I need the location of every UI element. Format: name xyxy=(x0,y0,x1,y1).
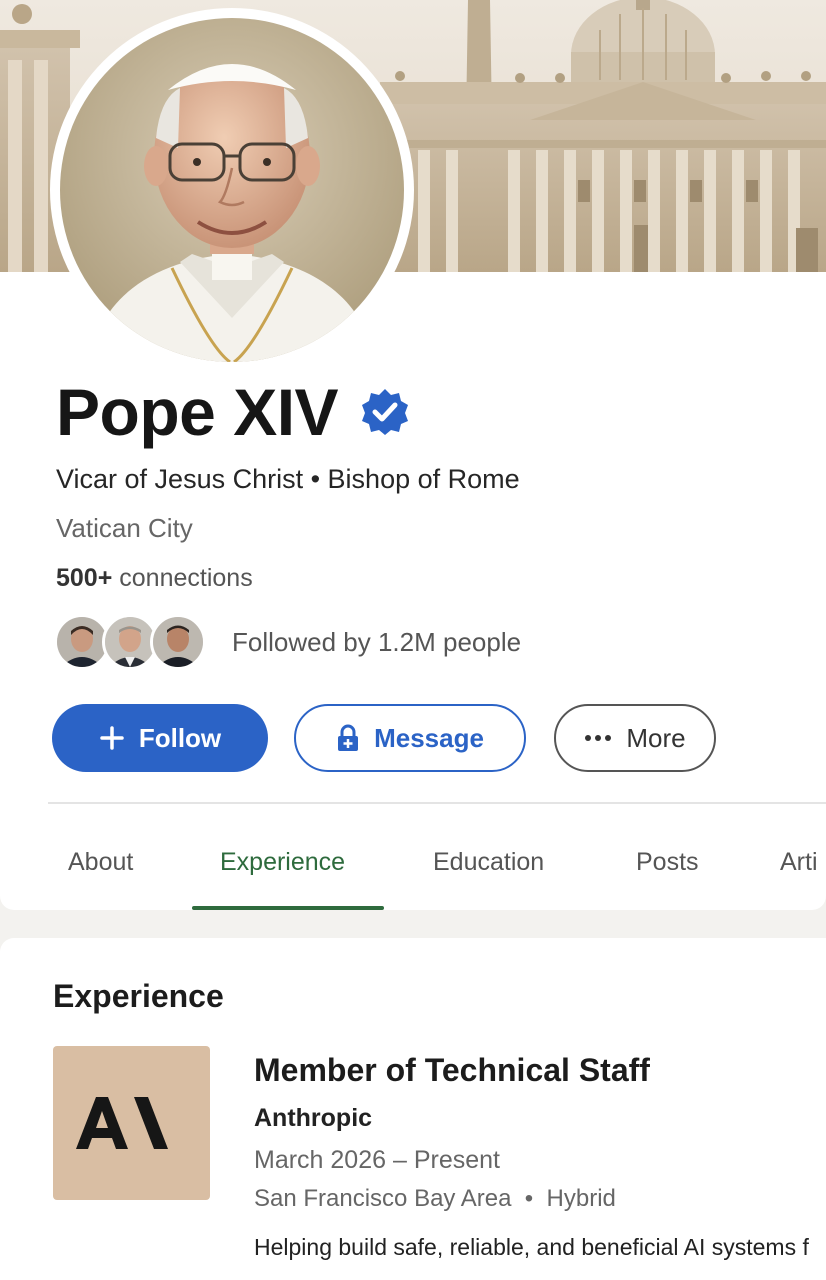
profile-name: Pope XIV xyxy=(56,375,339,449)
divider xyxy=(48,802,826,804)
connections-count[interactable]: 500+ connections xyxy=(56,564,253,593)
profile-headline: Vicar of Jesus Christ • Bishop of Rome xyxy=(56,464,520,494)
verified-badge-icon xyxy=(360,387,410,442)
ellipsis-icon xyxy=(584,734,612,742)
lock-icon xyxy=(336,724,360,752)
tab-about[interactable]: About xyxy=(68,848,133,877)
more-button[interactable]: More xyxy=(554,704,716,772)
job-title[interactable]: Member of Technical Staff xyxy=(254,1052,650,1089)
active-tab-indicator xyxy=(192,906,384,910)
follower-avatar xyxy=(150,614,206,670)
experience-section-title: Experience xyxy=(53,978,224,1014)
job-location-text: San Francisco Bay Area xyxy=(254,1185,512,1212)
tab-posts[interactable]: Posts xyxy=(636,848,699,877)
profile-location: Vatican City xyxy=(56,513,193,543)
follow-button-label: Follow xyxy=(138,722,222,753)
name-row: Pope XIV xyxy=(56,372,410,452)
connections-label: connections xyxy=(119,564,253,592)
job-location: San Francisco Bay Area • Hybrid xyxy=(254,1185,616,1212)
plus-icon xyxy=(99,725,125,751)
profile-card: Pope XIV Vicar of Jesus Christ • Bishop … xyxy=(0,0,826,910)
experience-section: Experience Member of Technical Staff Ant… xyxy=(0,938,826,1280)
more-button-label: More xyxy=(626,722,686,753)
job-work-type: Hybrid xyxy=(546,1185,616,1212)
connections-number: 500+ xyxy=(56,564,113,592)
mutual-followers[interactable]: Followed by 1.2M people xyxy=(54,614,521,670)
job-description: Helping build safe, reliable, and benefi… xyxy=(254,1234,809,1260)
tab-articles[interactable]: Arti xyxy=(780,848,818,877)
company-name[interactable]: Anthropic xyxy=(254,1104,372,1133)
message-button-label: Message xyxy=(374,722,484,753)
profile-avatar[interactable] xyxy=(50,8,414,372)
anthropic-logo-icon xyxy=(75,1097,168,1149)
job-dates: March 2026 – Present xyxy=(254,1146,500,1174)
followed-by-text: Followed by 1.2M people xyxy=(232,626,522,657)
company-logo[interactable] xyxy=(53,1046,210,1200)
follow-button[interactable]: Follow xyxy=(52,704,268,772)
message-button[interactable]: Message xyxy=(294,704,526,772)
profile-tabs: About Experience Education Posts Arti xyxy=(0,830,826,910)
tab-education[interactable]: Education xyxy=(433,848,544,877)
tab-experience[interactable]: Experience xyxy=(220,848,345,877)
